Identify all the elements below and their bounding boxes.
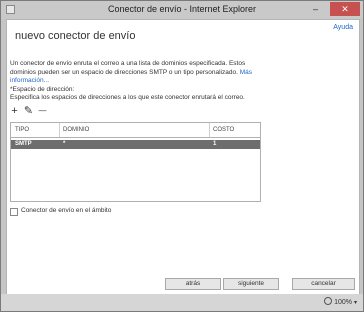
scope-option: Conector de envío en el ámbito (10, 207, 210, 217)
status-bar: 100% ▾ (1, 294, 363, 311)
close-button[interactable]: ✕ (330, 2, 360, 16)
back-button[interactable]: atrás (165, 278, 221, 290)
chevron-down-icon: ▾ (353, 300, 357, 306)
edit-icon[interactable]: ✎ (23, 106, 34, 117)
cell-type: SMTP (15, 141, 32, 147)
browser-window: Conector de envío - Internet Explorer – … (0, 0, 364, 312)
cell-cost: 1 (213, 141, 217, 147)
description-text: Un conector de envío enruta el correo a … (10, 60, 246, 76)
column-header-type[interactable]: TIPO (15, 127, 29, 133)
column-header-domain[interactable]: DOMINIO (63, 127, 89, 133)
zoom-level: 100% (334, 299, 352, 306)
table-row[interactable]: SMTP * 1 (11, 140, 260, 149)
column-header-cost[interactable]: COSTO (213, 127, 234, 133)
wizard-page: Ayuda nuevo conector de envío Un conecto… (6, 19, 360, 295)
scope-label: Conector de envío en el ámbito (21, 207, 112, 214)
page-title: nuevo conector de envío (15, 30, 136, 42)
next-button[interactable]: siguiente (223, 278, 279, 290)
table-header: TIPO DOMINIO COSTO (11, 123, 260, 138)
scope-checkbox[interactable] (10, 208, 18, 216)
cell-domain: * (63, 141, 66, 147)
zoom-icon (324, 297, 333, 305)
cancel-button[interactable]: cancelar (292, 278, 355, 290)
address-space-table: TIPO DOMINIO COSTO SMTP * 1 (10, 122, 261, 202)
remove-icon[interactable]: — (37, 106, 48, 117)
address-space-toolbar: + ✎ — (9, 106, 69, 118)
add-icon[interactable]: + (9, 106, 20, 117)
zoom-control[interactable]: 100% ▾ (324, 297, 357, 306)
title-bar: Conector de envío - Internet Explorer – … (1, 1, 363, 19)
minimize-button[interactable]: – (308, 2, 323, 16)
address-space-help: Especifica los espacios de direcciones a… (10, 94, 245, 101)
description: Un conector de envío enruta el correo a … (10, 60, 260, 86)
help-link[interactable]: Ayuda (333, 24, 353, 31)
